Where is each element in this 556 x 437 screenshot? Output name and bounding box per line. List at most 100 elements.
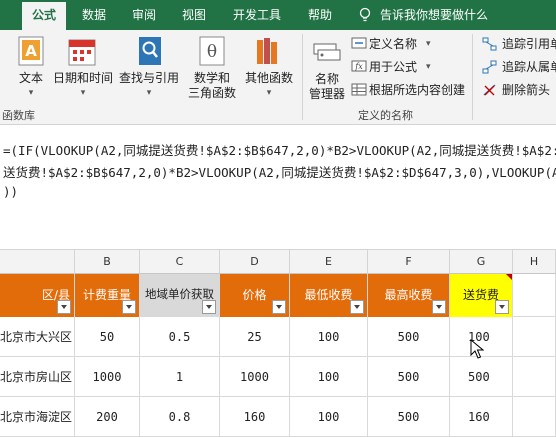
chevron-down-icon: ▾: [28, 88, 34, 98]
filter-dropdown-icon[interactable]: [350, 300, 364, 314]
math-function-label-1: 数学和: [193, 71, 230, 85]
header-cell-district[interactable]: 区/县: [0, 274, 75, 317]
group-separator: [472, 34, 473, 120]
tab-help[interactable]: 帮助: [298, 0, 342, 30]
text-function-button[interactable]: A: [18, 36, 44, 70]
table-cell[interactable]: 200: [75, 397, 140, 437]
trace-dependents-icon: [482, 60, 497, 74]
filter-dropdown-icon[interactable]: [432, 300, 446, 314]
books-icon: [257, 38, 277, 64]
chevron-down-icon: ▾: [266, 88, 272, 98]
header-cell-unit-price[interactable]: 地域单价获取: [140, 274, 220, 317]
table-cell[interactable]: 500: [368, 357, 450, 397]
table-cell[interactable]: 500: [450, 357, 513, 397]
chevron-down-icon: ▾: [426, 39, 431, 49]
chevron-down-icon: ▾: [146, 88, 152, 98]
function-library-group-label: 函数库: [2, 109, 35, 122]
other-function-button[interactable]: [255, 36, 281, 70]
tab-review[interactable]: 审阅: [122, 0, 166, 30]
table-cell[interactable]: 1000: [220, 357, 290, 397]
table-cell[interactable]: 1000: [75, 357, 140, 397]
calendar-icon: [68, 39, 96, 66]
header-cell-delivery-fee[interactable]: 送货费: [450, 274, 513, 317]
trace-precedents-icon: [482, 37, 497, 51]
formula-line-2: 送货费!$A$2:$B$647,2,0)*B2>VLOOKUP(A2,同城提送货…: [3, 165, 556, 180]
table-cell[interactable]: 北京市大兴区: [0, 317, 75, 357]
formula-line-3: )): [3, 184, 19, 199]
table-cell[interactable]: 0.5: [140, 317, 220, 357]
name-manager-label-1: 名称: [314, 72, 339, 86]
grid-icon: [351, 83, 367, 96]
header-cell-max-fee[interactable]: 最高收费: [368, 274, 450, 317]
table-cell[interactable]: 500: [368, 317, 450, 357]
column-header-a[interactable]: [0, 250, 75, 274]
column-header-d[interactable]: D: [220, 250, 290, 274]
header-cell-min-fee[interactable]: 最低收费: [290, 274, 368, 317]
table-cell[interactable]: 50: [75, 317, 140, 357]
datetime-function-label: 日期和时间: [52, 71, 113, 85]
table-cell[interactable]: [513, 357, 556, 397]
datetime-function-button[interactable]: [68, 36, 96, 70]
formula-bar[interactable]: =(IF(VLOOKUP(A2,同城提送货费!$A$2:$B$647,2,0)*…: [0, 126, 556, 250]
table-cell[interactable]: 1: [140, 357, 220, 397]
table-cell[interactable]: 500: [368, 397, 450, 437]
empty-cell[interactable]: [513, 274, 556, 317]
math-function-label-2: 三角函数: [187, 86, 236, 100]
defined-names-group-label: 定义的名称: [358, 109, 413, 122]
filter-dropdown-icon[interactable]: [57, 300, 71, 314]
create-from-selection-button[interactable]: 根据所选内容创建: [369, 83, 465, 97]
svg-text:fx: fx: [354, 62, 363, 71]
table-cell[interactable]: [513, 317, 556, 357]
lookup-function-button[interactable]: [137, 36, 163, 70]
tab-view[interactable]: 视图: [172, 0, 216, 30]
column-header-c[interactable]: C: [140, 250, 220, 274]
column-header-h[interactable]: H: [513, 250, 556, 274]
magnifier-book-icon: [139, 37, 161, 65]
ribbon-body: A 文本 ▾ 日期和时间 ▾ 查找与引用 ▾ θ 数学和 三角函数 其他函数 ▾…: [0, 30, 556, 125]
filter-dropdown-icon[interactable]: [495, 300, 509, 314]
filter-dropdown-icon[interactable]: [122, 300, 136, 314]
filter-dropdown-icon[interactable]: [202, 300, 216, 314]
math-function-button[interactable]: θ: [199, 36, 225, 70]
table-cell[interactable]: 100: [290, 397, 368, 437]
column-header-b[interactable]: B: [75, 250, 140, 274]
table-cell[interactable]: 100: [290, 357, 368, 397]
name-manager-button[interactable]: [312, 38, 342, 72]
trace-dependents-button[interactable]: 追踪从属单: [502, 60, 556, 74]
table-cell[interactable]: 160: [450, 397, 513, 437]
tab-data[interactable]: 数据: [72, 0, 116, 30]
svg-text:θ: θ: [207, 42, 217, 62]
text-function-label: 文本: [18, 71, 43, 85]
use-in-formula-button[interactable]: 用于公式: [369, 60, 417, 74]
remove-arrows-icon: [483, 84, 496, 96]
header-cell-weight[interactable]: 计费重量: [75, 274, 140, 317]
tab-formulas[interactable]: 公式: [22, 2, 66, 30]
mouse-pointer-icon: [470, 339, 484, 359]
table-cell[interactable]: 160: [220, 397, 290, 437]
formula-tag-icon: fx: [351, 60, 367, 72]
table-cell[interactable]: 北京市房山区: [0, 357, 75, 397]
tab-developer[interactable]: 开发工具: [224, 0, 290, 30]
text-function-icon: A: [18, 36, 44, 66]
table-cell[interactable]: 北京市海淀区: [0, 397, 75, 437]
group-separator: [302, 34, 303, 120]
filter-dropdown-icon[interactable]: [272, 300, 286, 314]
tag-icon: [351, 37, 367, 49]
svg-text:A: A: [25, 42, 37, 60]
column-header-e[interactable]: E: [290, 250, 368, 274]
table-cell[interactable]: 0.8: [140, 397, 220, 437]
formula-line-1: =(IF(VLOOKUP(A2,同城提送货费!$A$2:$B$647,2,0)*…: [3, 143, 556, 158]
trace-precedents-button[interactable]: 追踪引用单: [502, 37, 556, 51]
lookup-function-label: 查找与引用: [118, 71, 179, 85]
define-name-button[interactable]: 定义名称: [369, 37, 417, 51]
table-cell[interactable]: 100: [290, 317, 368, 357]
worksheet-grid[interactable]: B C D E F G H 区/县 计费重量 地域单价获取 价格 最低收费 最高…: [0, 250, 556, 437]
name-tags-icon: [313, 43, 341, 61]
header-cell-price[interactable]: 价格: [220, 274, 290, 317]
column-header-g[interactable]: G: [450, 250, 513, 274]
table-cell[interactable]: 25: [220, 317, 290, 357]
name-manager-label-2: 管理器: [308, 87, 345, 101]
table-cell[interactable]: [513, 397, 556, 437]
remove-arrows-button[interactable]: 删除箭头: [502, 83, 550, 97]
column-header-f[interactable]: F: [368, 250, 450, 274]
